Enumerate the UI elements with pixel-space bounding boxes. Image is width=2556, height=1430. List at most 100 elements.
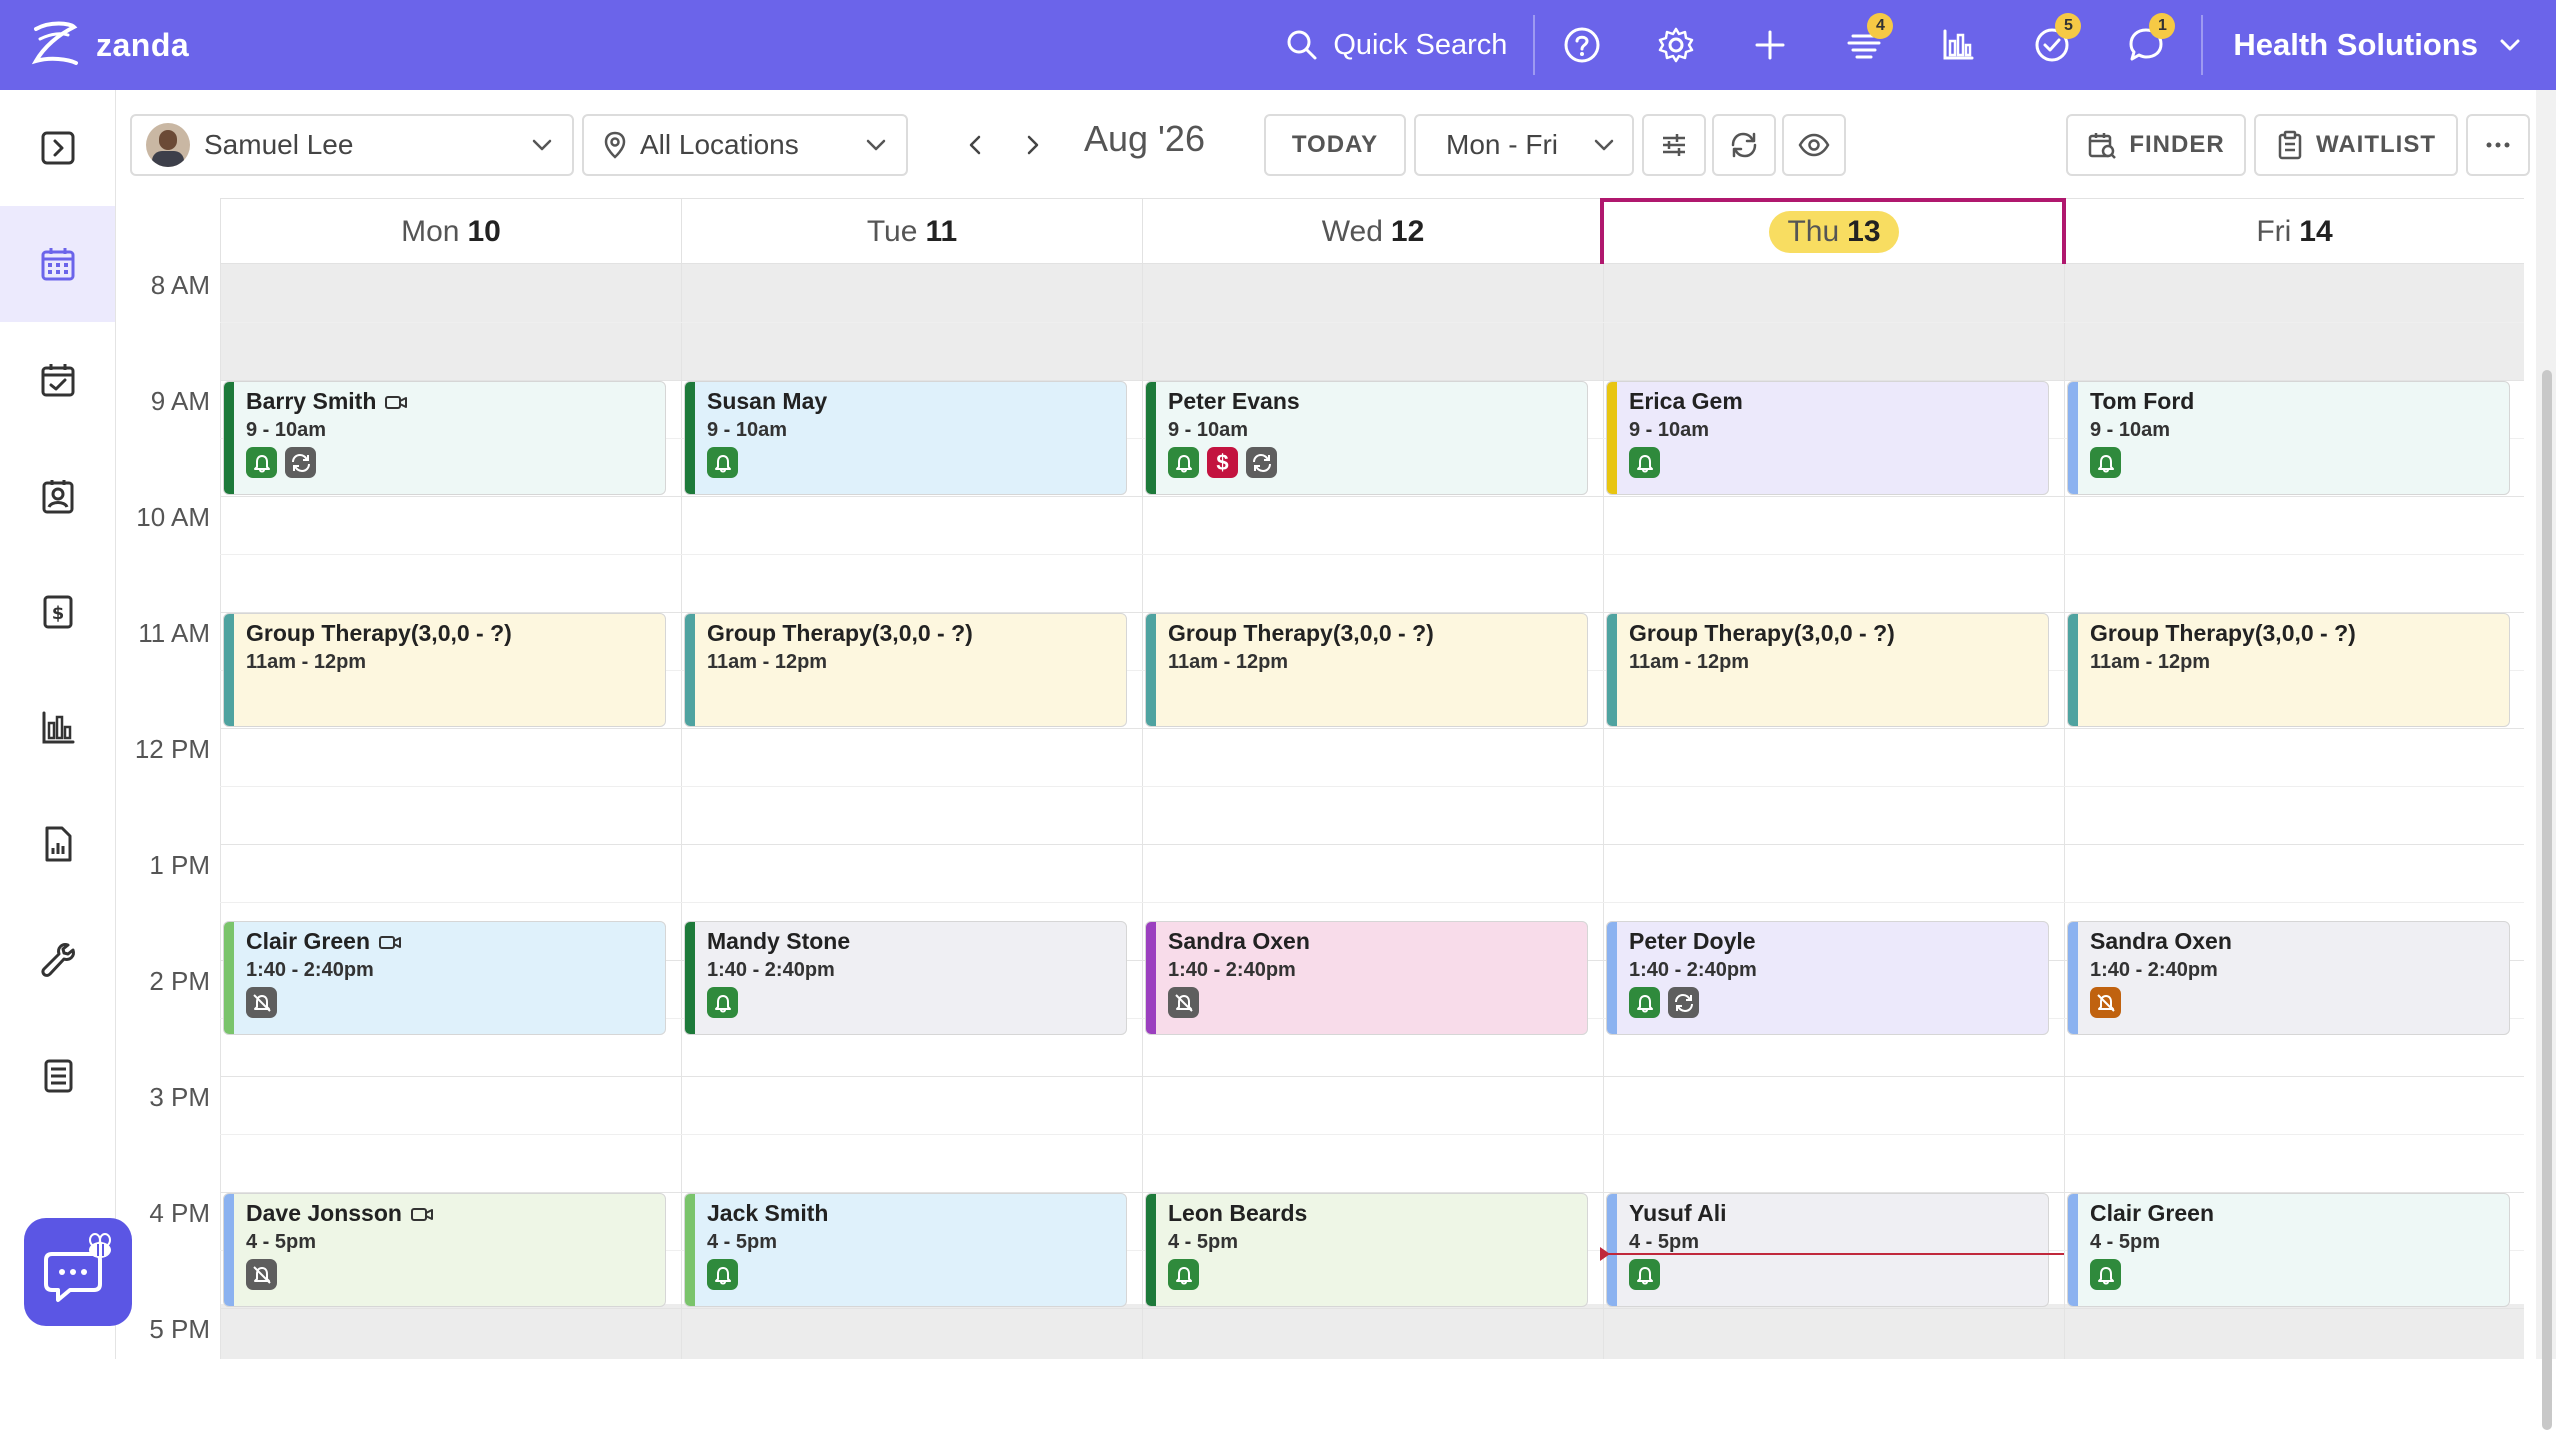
next-week-button[interactable] <box>1008 116 1056 174</box>
quick-search-label: Quick Search <box>1333 28 1508 61</box>
organization-selector[interactable]: Health Solutions <box>2201 15 2556 75</box>
help-button[interactable] <box>1535 0 1629 90</box>
appointment-card[interactable]: Barry Smith 9 - 10am <box>223 381 666 495</box>
practitioner-name: Samuel Lee <box>204 129 354 160</box>
appointment-card[interactable]: Leon Beards 4 - 5pm <box>1145 1193 1588 1307</box>
appointment-card[interactable]: Group Therapy(3,0,0 - ?) 11am - 12pm <box>1145 613 1588 727</box>
appointment-card[interactable]: Susan May 9 - 10am <box>684 381 1127 495</box>
location-name: All Locations <box>640 129 799 160</box>
scrollbar[interactable] <box>2536 90 2556 1430</box>
sidebar-item-notes[interactable] <box>0 1018 115 1134</box>
appointment-client-name: Clair Green <box>246 928 665 955</box>
appointment-client-name: Dave Jonsson <box>246 1200 665 1227</box>
appointment-card[interactable]: Sandra Oxen 1:40 - 2:40pm <box>1145 921 1588 1035</box>
calendar-check-icon <box>41 364 74 397</box>
finder-button[interactable]: FINDER <box>2066 114 2246 176</box>
brand[interactable]: zanda <box>24 13 189 77</box>
sidebar-item-documents[interactable] <box>0 786 115 902</box>
appointment-card[interactable]: Yusuf Ali 4 - 5pm <box>1606 1193 2049 1307</box>
sidebar-item-clients[interactable] <box>0 438 115 554</box>
eye-icon <box>1798 133 1830 157</box>
practitioner-selector[interactable]: Samuel Lee <box>130 114 574 176</box>
appointment-card[interactable]: Group Therapy(3,0,0 - ?) 11am - 12pm <box>684 613 1127 727</box>
day-header-wed[interactable]: Wed 12 <box>1142 199 1603 265</box>
task-list-button[interactable]: 4 <box>1817 0 1911 90</box>
appointment-status-icons <box>1629 1259 2048 1290</box>
reminder-off-icon <box>1168 987 1199 1018</box>
brand-name: zanda <box>96 26 190 63</box>
reports-button[interactable] <box>1911 0 2005 90</box>
reminder-bell-icon <box>1629 1259 1660 1290</box>
appointment-client-name: Mandy Stone <box>707 928 851 954</box>
appointment-status-bar <box>685 382 695 494</box>
appointment-card[interactable]: Erica Gem 9 - 10am <box>1606 381 2049 495</box>
appointment-card[interactable]: Peter Evans 9 - 10am $ <box>1145 381 1588 495</box>
refresh-button[interactable] <box>1712 114 1776 176</box>
appointment-client-name: Clair Green <box>2090 1200 2214 1226</box>
bar-chart-icon <box>42 711 74 744</box>
appointment-card[interactable]: Dave Jonsson 4 - 5pm <box>223 1193 666 1307</box>
appointment-status-bar <box>2068 614 2078 726</box>
sidebar-item-appointments[interactable] <box>0 322 115 438</box>
day-header-tue[interactable]: Tue 11 <box>681 199 1142 265</box>
day-header-thu[interactable]: Thu 13 <box>1603 199 2064 265</box>
previous-week-button[interactable] <box>952 116 1000 174</box>
sidebar-item-calendar[interactable] <box>0 206 115 322</box>
appointment-time: 11am - 12pm <box>246 651 367 673</box>
more-options-button[interactable] <box>2466 114 2530 176</box>
location-selector[interactable]: All Locations <box>582 114 908 176</box>
appointment-card[interactable]: Group Therapy(3,0,0 - ?) 11am - 12pm <box>223 613 666 727</box>
filter-settings-button[interactable] <box>1642 114 1706 176</box>
day-number: 13 <box>1847 215 1881 248</box>
calendar-grid[interactable]: Barry Smith 9 - 10am Susan May 9 - 10am Pete… <box>220 264 2524 1359</box>
appointment-time: 9 - 10am <box>2090 419 2171 441</box>
appointment-client-name: Group Therapy(3,0,0 - ?) <box>1168 620 1434 646</box>
appointment-card[interactable]: Group Therapy(3,0,0 - ?) 11am - 12pm <box>2067 613 2510 727</box>
appointment-card[interactable]: Clair Green 1:40 - 2:40pm <box>223 921 666 1035</box>
appointment-card[interactable]: Peter Doyle 1:40 - 2:40pm <box>1606 921 2049 1035</box>
appointment-card[interactable]: Mandy Stone 1:40 - 2:40pm <box>684 921 1127 1035</box>
day-name: Tue <box>866 215 918 248</box>
appointment-card[interactable]: Clair Green 4 - 5pm <box>2067 1193 2510 1307</box>
day-header-fri[interactable]: Fri 14 <box>2064 199 2524 265</box>
time-label: 5 PM <box>149 1314 210 1344</box>
grid-line <box>220 496 2524 497</box>
waitlist-label: WAITLIST <box>2316 131 2436 158</box>
add-button[interactable] <box>1723 0 1817 90</box>
appointment-status-bar <box>2068 382 2078 494</box>
chevron-down-icon <box>866 139 886 151</box>
grid-line <box>220 728 2524 729</box>
todo-button[interactable]: 5 <box>2005 0 2099 90</box>
sidebar-expand-button[interactable] <box>0 90 115 206</box>
sidebar-item-billing[interactable]: $ <box>0 554 115 670</box>
location-pin-icon <box>604 131 626 159</box>
settings-button[interactable] <box>1629 0 1723 90</box>
top-navigation-bar: zanda Quick Search 4 5 1 Health Solution… <box>0 0 2556 90</box>
visibility-button[interactable] <box>1782 114 1846 176</box>
waitlist-button[interactable]: WAITLIST <box>2254 114 2458 176</box>
appointment-time: 4 - 5pm <box>707 1231 778 1253</box>
appointment-time: 1:40 - 2:40pm <box>1629 959 1757 981</box>
appointment-card[interactable]: Jack Smith 4 - 5pm <box>684 1193 1127 1307</box>
sidebar-item-tools[interactable] <box>0 902 115 1018</box>
refresh-icon <box>1731 132 1757 158</box>
today-button[interactable]: TODAY <box>1264 114 1406 176</box>
day-header-mon[interactable]: Mon 10 <box>220 199 681 265</box>
appointment-time: 11am - 12pm <box>2090 651 2211 673</box>
appointment-card[interactable]: Group Therapy(3,0,0 - ?) 11am - 12pm <box>1606 613 2049 727</box>
grid-line <box>220 322 2524 323</box>
todo-badge: 5 <box>2055 13 2082 39</box>
video-camera-icon <box>376 393 408 411</box>
reminder-bell-icon <box>707 987 738 1018</box>
scrollbar-thumb[interactable] <box>2542 370 2552 1430</box>
view-range-selector[interactable]: Mon - Fri <box>1414 114 1634 176</box>
appointment-card[interactable]: Sandra Oxen 1:40 - 2:40pm <box>2067 921 2510 1035</box>
appointment-card[interactable]: Tom Ford 9 - 10am <box>2067 381 2510 495</box>
quick-search-button[interactable]: Quick Search <box>1259 15 1536 75</box>
zanda-logo-icon <box>24 13 88 77</box>
messages-button[interactable]: 1 <box>2099 0 2193 90</box>
appointment-status-icons <box>246 1259 665 1290</box>
time-label: 4 PM <box>149 1198 210 1228</box>
today-pill: Thu 13 <box>1769 211 1899 253</box>
sidebar-item-reports[interactable] <box>0 670 115 786</box>
